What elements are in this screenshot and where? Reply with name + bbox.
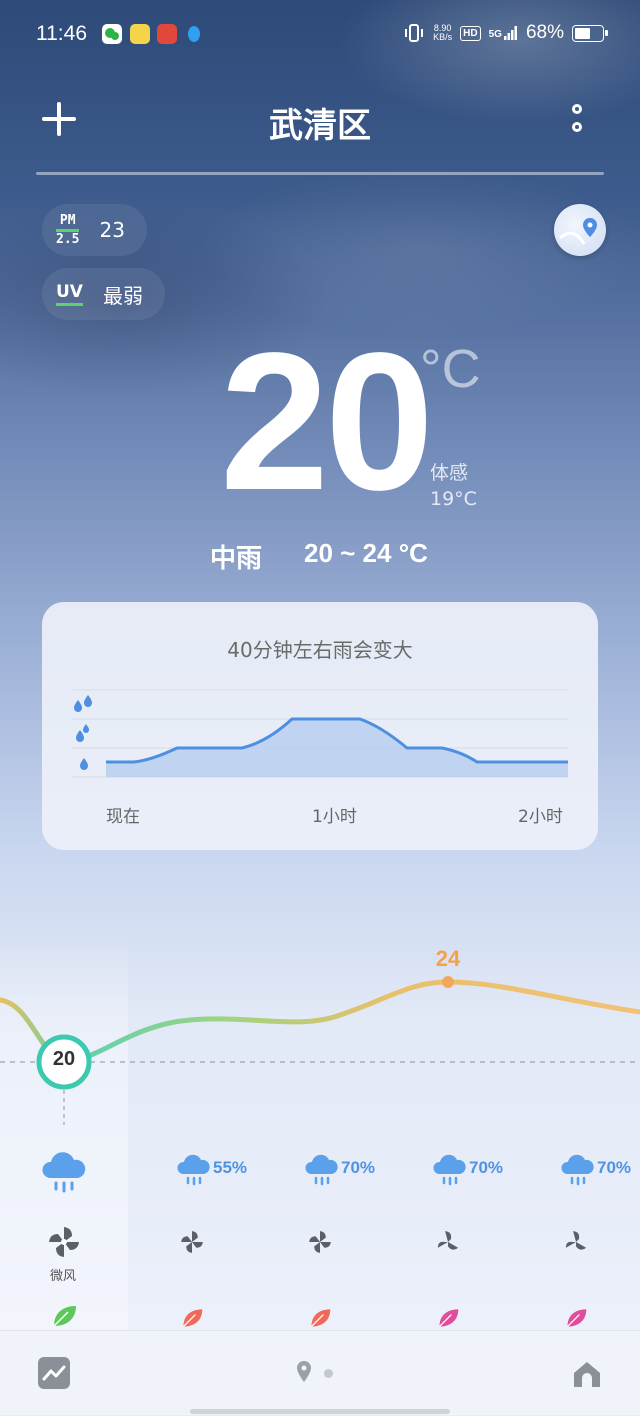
status-time: 11:46 [36, 22, 87, 45]
location-pin-icon [297, 1361, 311, 1382]
app-notification-icon [157, 24, 177, 44]
status-bar: 11:46 8.90 KB/s HD 5G 68% [0, 0, 640, 70]
status-right: 8.90 KB/s HD 5G 68% [403, 22, 608, 44]
precip-probability: 70% [341, 1158, 376, 1177]
app-notification-icon [130, 24, 150, 44]
temperature-unit: °C [420, 339, 481, 399]
trend-icon[interactable] [38, 1357, 70, 1389]
uv-pill[interactable]: UV 最弱 [42, 268, 165, 320]
rain-cloud-icon [432, 1152, 466, 1190]
hourly-peak-temp: 24 [435, 946, 461, 971]
wind-fan-icon [179, 1229, 205, 1259]
map-location-icon[interactable] [554, 204, 606, 256]
wind-fan-icon [307, 1229, 333, 1259]
battery-icon [572, 24, 608, 42]
time-label-1h: 1小时 [312, 807, 357, 827]
signal-icon: 5G [489, 26, 518, 40]
home-indicator [190, 1409, 450, 1414]
wind-label: 微风 [50, 1269, 77, 1284]
temperature-range: 20 ~ 24 °C [304, 538, 428, 568]
light-rain-drop-icon [80, 758, 88, 770]
weather-condition: 中雨 [210, 544, 263, 574]
precip-probability: 55% [213, 1158, 248, 1177]
vibrate-icon [405, 24, 424, 42]
precip-probability: 70% [469, 1158, 504, 1177]
pm25-value: 23 [99, 218, 125, 242]
feels-like: 体感 19°C [430, 460, 477, 512]
rain-cloud-icon [40, 1148, 88, 1198]
wechat-icon [102, 24, 122, 44]
hd-badge: HD [460, 25, 481, 41]
city-title[interactable]: 武清区 [0, 98, 640, 147]
current-temperature: 20 [220, 312, 434, 531]
app-header: 武清区 [0, 90, 640, 150]
heavy-rain-drop-icon [74, 695, 92, 712]
page-indicator-dot [324, 1369, 333, 1378]
temperature-curve [0, 976, 640, 1125]
rain-cloud-icon [304, 1152, 338, 1190]
rain-cloud-icon [560, 1152, 594, 1190]
uv-icon: UV [56, 283, 83, 306]
feels-like-label: 体感 [430, 462, 469, 484]
wind-fan-icon [46, 1224, 82, 1264]
bottom-nav [0, 1330, 640, 1416]
pm25-icon: PM 2.5 [56, 212, 80, 247]
wind-fan-icon [435, 1229, 461, 1259]
precip-probability: 70% [597, 1158, 632, 1177]
qq-icon [184, 24, 204, 44]
rain-cloud-icon [176, 1152, 210, 1190]
precipitation-card[interactable]: 40分钟左右雨会变大 现在 1小时 2小时 [42, 602, 598, 850]
hourly-current-temp: 20 [52, 1048, 76, 1070]
home-icon[interactable] [570, 1357, 604, 1391]
peak-temp-marker [442, 976, 454, 988]
time-label-2h: 2小时 [518, 807, 563, 827]
feels-like-value: 19°C [430, 488, 477, 510]
battery-percent: 68% [525, 22, 564, 43]
more-icon[interactable] [568, 102, 590, 138]
pm25-pill[interactable]: PM 2.5 23 [42, 204, 147, 256]
wind-fan-icon [563, 1229, 589, 1259]
header-divider [36, 172, 604, 175]
net-speed: 8.90 KB/s [433, 23, 453, 42]
time-label-now: 现在 [106, 807, 140, 827]
uv-value: 最弱 [102, 283, 143, 308]
moderate-rain-drop-icon [76, 724, 89, 742]
